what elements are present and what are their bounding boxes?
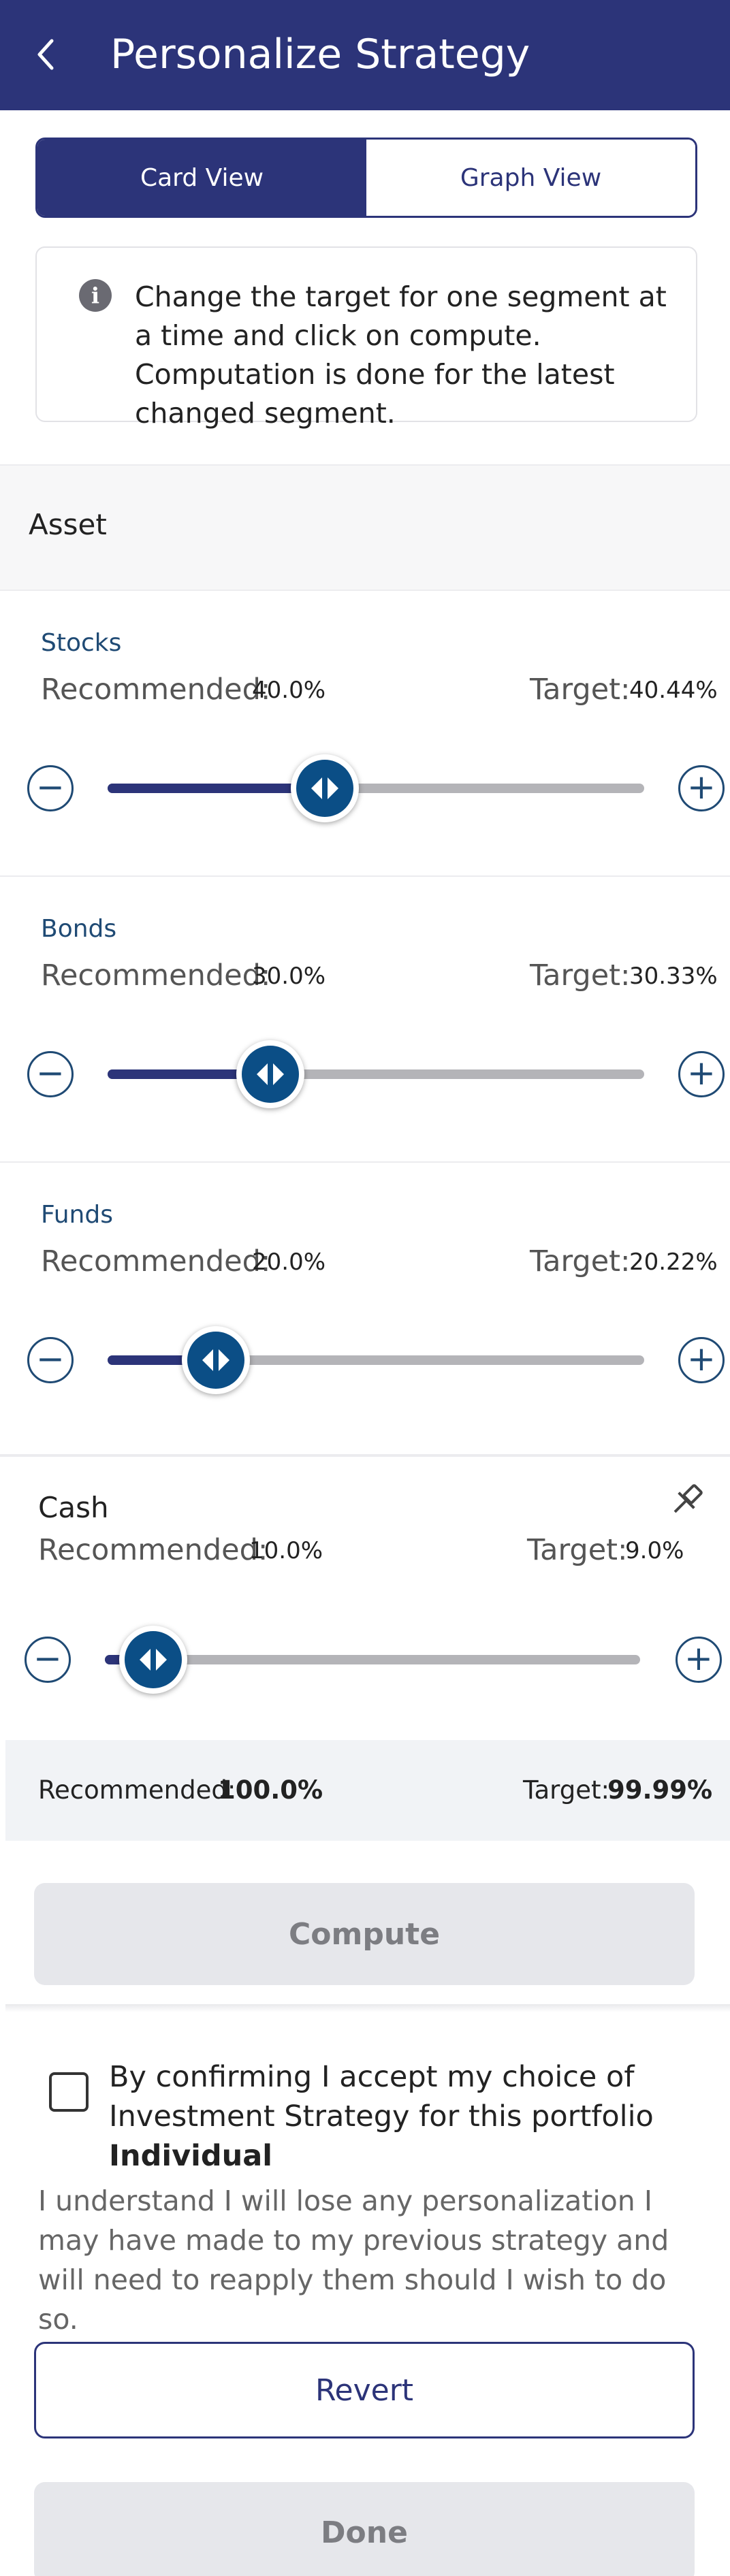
segment-row-bonds: Bonds Recommended: 30.0% Target: 30.33% …	[0, 877, 730, 1163]
recommended-value: 20.0%	[252, 1249, 326, 1276]
target-value: 20.22%	[629, 1249, 718, 1276]
slider-thumb[interactable]	[290, 754, 359, 822]
info-banner: i Change the target for one segment at a…	[35, 246, 697, 430]
page-title: Personalize Strategy	[110, 31, 530, 78]
segment-row-stocks: Stocks Recommended: 40.0% Target: 40.44%…	[0, 591, 730, 877]
segment-name: Cash	[38, 1491, 109, 1524]
target-label: Target:	[530, 673, 631, 707]
decrease-button[interactable]: −	[27, 765, 74, 811]
app-header: Personalize Strategy	[0, 0, 730, 110]
increase-button[interactable]: +	[678, 765, 725, 811]
confirm-text-prefix: By confirming I accept my choice of Inve…	[109, 2060, 654, 2134]
increase-button[interactable]: +	[676, 1637, 722, 1683]
portfolio-name: Individual	[109, 2139, 273, 2173]
total-recommended-value: 100.0%	[218, 1775, 323, 1805]
compute-button[interactable]: Compute	[34, 1883, 695, 1985]
segment-name: Stocks	[41, 629, 122, 657]
segment-name: Funds	[41, 1201, 113, 1229]
left-right-arrows-icon	[257, 1063, 284, 1085]
segment-row-cash: Cash Recommended: 10.0% Target: 9.0% − +	[0, 1455, 730, 1740]
confirm-text: By confirming I accept my choice of Inve…	[109, 2057, 715, 2176]
chevron-left-icon[interactable]	[29, 34, 64, 75]
section-divider	[5, 2004, 730, 2012]
tab-card-view[interactable]: Card View	[37, 140, 366, 216]
increase-button[interactable]: +	[678, 1051, 725, 1097]
target-label: Target:	[530, 1244, 631, 1278]
slider-thumb[interactable]	[182, 1326, 251, 1394]
segment-row-funds: Funds Recommended: 20.0% Target: 20.22% …	[0, 1163, 730, 1455]
target-label: Target:	[530, 959, 631, 993]
recommended-label: Recommended:	[38, 1533, 268, 1567]
done-button[interactable]: Done	[34, 2482, 695, 2576]
recommended-value: 30.0%	[252, 963, 326, 990]
total-target-label: Target:	[523, 1775, 609, 1805]
asset-label: Asset	[29, 508, 107, 541]
recommended-label: Recommended:	[41, 673, 271, 707]
left-right-arrows-icon	[202, 1349, 230, 1371]
info-icon: i	[79, 279, 112, 312]
totals-summary: Recommended: 100.0% Target: 99.99%	[5, 1740, 730, 1841]
asset-section-header: Asset	[0, 464, 730, 591]
target-value: 40.44%	[629, 677, 718, 704]
info-text: Change the target for one segment at a t…	[135, 280, 667, 430]
personalization-note: I understand I will lose any personaliza…	[38, 2185, 669, 2336]
slider-thumb[interactable]	[236, 1040, 304, 1108]
left-right-arrows-icon	[139, 1649, 167, 1671]
pin-icon[interactable]	[665, 1479, 708, 1522]
recommended-label: Recommended:	[41, 959, 271, 993]
target-value: 9.0%	[625, 1537, 684, 1564]
target-value: 30.33%	[629, 963, 718, 990]
recommended-value: 10.0%	[249, 1537, 323, 1564]
target-label: Target:	[527, 1533, 628, 1567]
view-toggle: Card View Graph View	[35, 138, 697, 218]
total-target-value: 99.99%	[607, 1775, 713, 1805]
left-right-arrows-icon	[311, 777, 338, 799]
confirm-checkbox[interactable]	[49, 2072, 89, 2112]
decrease-button[interactable]: −	[27, 1051, 74, 1097]
slider-thumb[interactable]	[118, 1626, 187, 1694]
increase-button[interactable]: +	[678, 1337, 725, 1383]
decrease-button[interactable]: −	[27, 1337, 74, 1383]
recommended-value: 40.0%	[252, 677, 326, 704]
total-recommended-label: Recommended:	[38, 1775, 236, 1805]
tab-graph-view[interactable]: Graph View	[366, 140, 695, 216]
decrease-button[interactable]: −	[25, 1637, 71, 1683]
recommended-label: Recommended:	[41, 1244, 271, 1278]
revert-button[interactable]: Revert	[34, 2342, 695, 2438]
segment-name: Bonds	[41, 915, 117, 943]
